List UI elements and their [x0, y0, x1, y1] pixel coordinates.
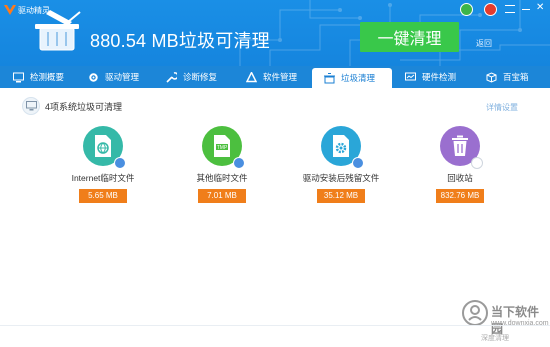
unchecked-icon[interactable] — [471, 157, 483, 169]
tab-label: 百宝箱 — [503, 72, 529, 82]
feedback-icon[interactable] — [484, 3, 497, 16]
gear-icon — [89, 72, 98, 82]
trash-scan-icon — [35, 10, 81, 51]
recycle-bin-icon — [440, 126, 483, 169]
internet-temp-icon — [83, 126, 126, 169]
close-icon[interactable]: ✕ — [536, 2, 544, 14]
driver-file-icon — [321, 126, 364, 169]
back-link[interactable]: 返回 — [476, 38, 492, 49]
monitor-icon — [13, 72, 24, 82]
detail-settings-link[interactable]: 详情设置 — [486, 102, 518, 113]
tab-label: 垃圾清理 — [341, 73, 376, 83]
apps-icon — [246, 71, 257, 82]
junk-size-badge: 7.01 MB — [198, 189, 246, 203]
junk-size-badge: 5.65 MB — [79, 189, 127, 203]
tab-junk-clean[interactable]: 垃圾清理 — [312, 68, 392, 88]
main-tabs: 检测概要 驱动管理 诊断修复 软件管理 垃圾清理 硬件检测 百宝箱 — [0, 66, 550, 88]
tab-label: 检测概要 — [30, 72, 65, 82]
broom-icon — [324, 72, 335, 83]
user-icon[interactable] — [460, 3, 473, 16]
minimize-icon[interactable] — [522, 9, 530, 10]
tab-diagnose-repair[interactable]: 诊断修复 — [166, 66, 230, 88]
tab-label: 驱动管理 — [105, 72, 140, 82]
tab-hardware-detect[interactable]: 硬件检测 — [405, 66, 469, 88]
temp-file-icon: TMP — [202, 126, 245, 169]
footer-deep-clean-link[interactable]: 深度清理 — [481, 333, 509, 343]
tab-toolbox[interactable]: 百宝箱 — [486, 66, 546, 88]
junk-item-label: 回收站 — [447, 173, 473, 183]
tab-software-manage[interactable]: 软件管理 — [246, 66, 310, 88]
checked-icon[interactable] — [233, 157, 245, 169]
section-header: 4项系统垃圾可清理 — [22, 96, 122, 116]
junk-item-driver-residue[interactable]: 驱动安装后残留文件 35.12 MB — [286, 126, 396, 203]
tab-driver-manage[interactable]: 驱动管理 — [88, 66, 152, 88]
app-logo-icon — [4, 5, 16, 15]
tab-label: 硬件检测 — [422, 72, 457, 82]
junk-item-internet-temp[interactable]: Internet临时文件 5.65 MB — [48, 126, 158, 203]
junk-item-label: 驱动安装后残留文件 — [302, 173, 380, 183]
headline-junk-size: 880.54 MB垃圾可清理 — [90, 31, 270, 51]
footer-divider — [0, 325, 550, 326]
monitor-icon — [22, 97, 40, 115]
checked-icon[interactable] — [114, 157, 126, 169]
header: 驱动精灵 880.54 MB垃圾可清理 一键清理 返回 ✕ — [0, 0, 550, 66]
junk-item-label: Internet临时文件 — [71, 173, 135, 183]
menu-icon[interactable] — [505, 5, 515, 13]
wrench-icon — [166, 71, 177, 83]
section-title: 4项系统垃圾可清理 — [45, 101, 123, 112]
svg-text:TMP: TMP — [217, 145, 228, 151]
app-window: 驱动精灵 880.54 MB垃圾可清理 一键清理 返回 ✕ 检测概要 驱动管理 — [0, 0, 550, 347]
watermark-logo-icon — [462, 300, 488, 326]
one-click-clean-button[interactable]: 一键清理 — [360, 22, 459, 52]
junk-item-recycle-bin[interactable]: 回收站 832.76 MB — [405, 126, 515, 203]
junk-size-badge: 35.12 MB — [317, 189, 365, 203]
checked-icon[interactable] — [352, 157, 364, 169]
junk-size-badge: 832.76 MB — [436, 189, 484, 203]
junk-item-other-temp[interactable]: TMP 其他临时文件 7.01 MB — [167, 126, 277, 203]
box-icon — [486, 71, 497, 83]
junk-item-label: 其他临时文件 — [196, 173, 248, 183]
tab-label: 诊断修复 — [183, 72, 218, 82]
tab-overview[interactable]: 检测概要 — [9, 66, 73, 88]
tab-label: 软件管理 — [263, 72, 298, 82]
chip-icon — [405, 72, 416, 80]
